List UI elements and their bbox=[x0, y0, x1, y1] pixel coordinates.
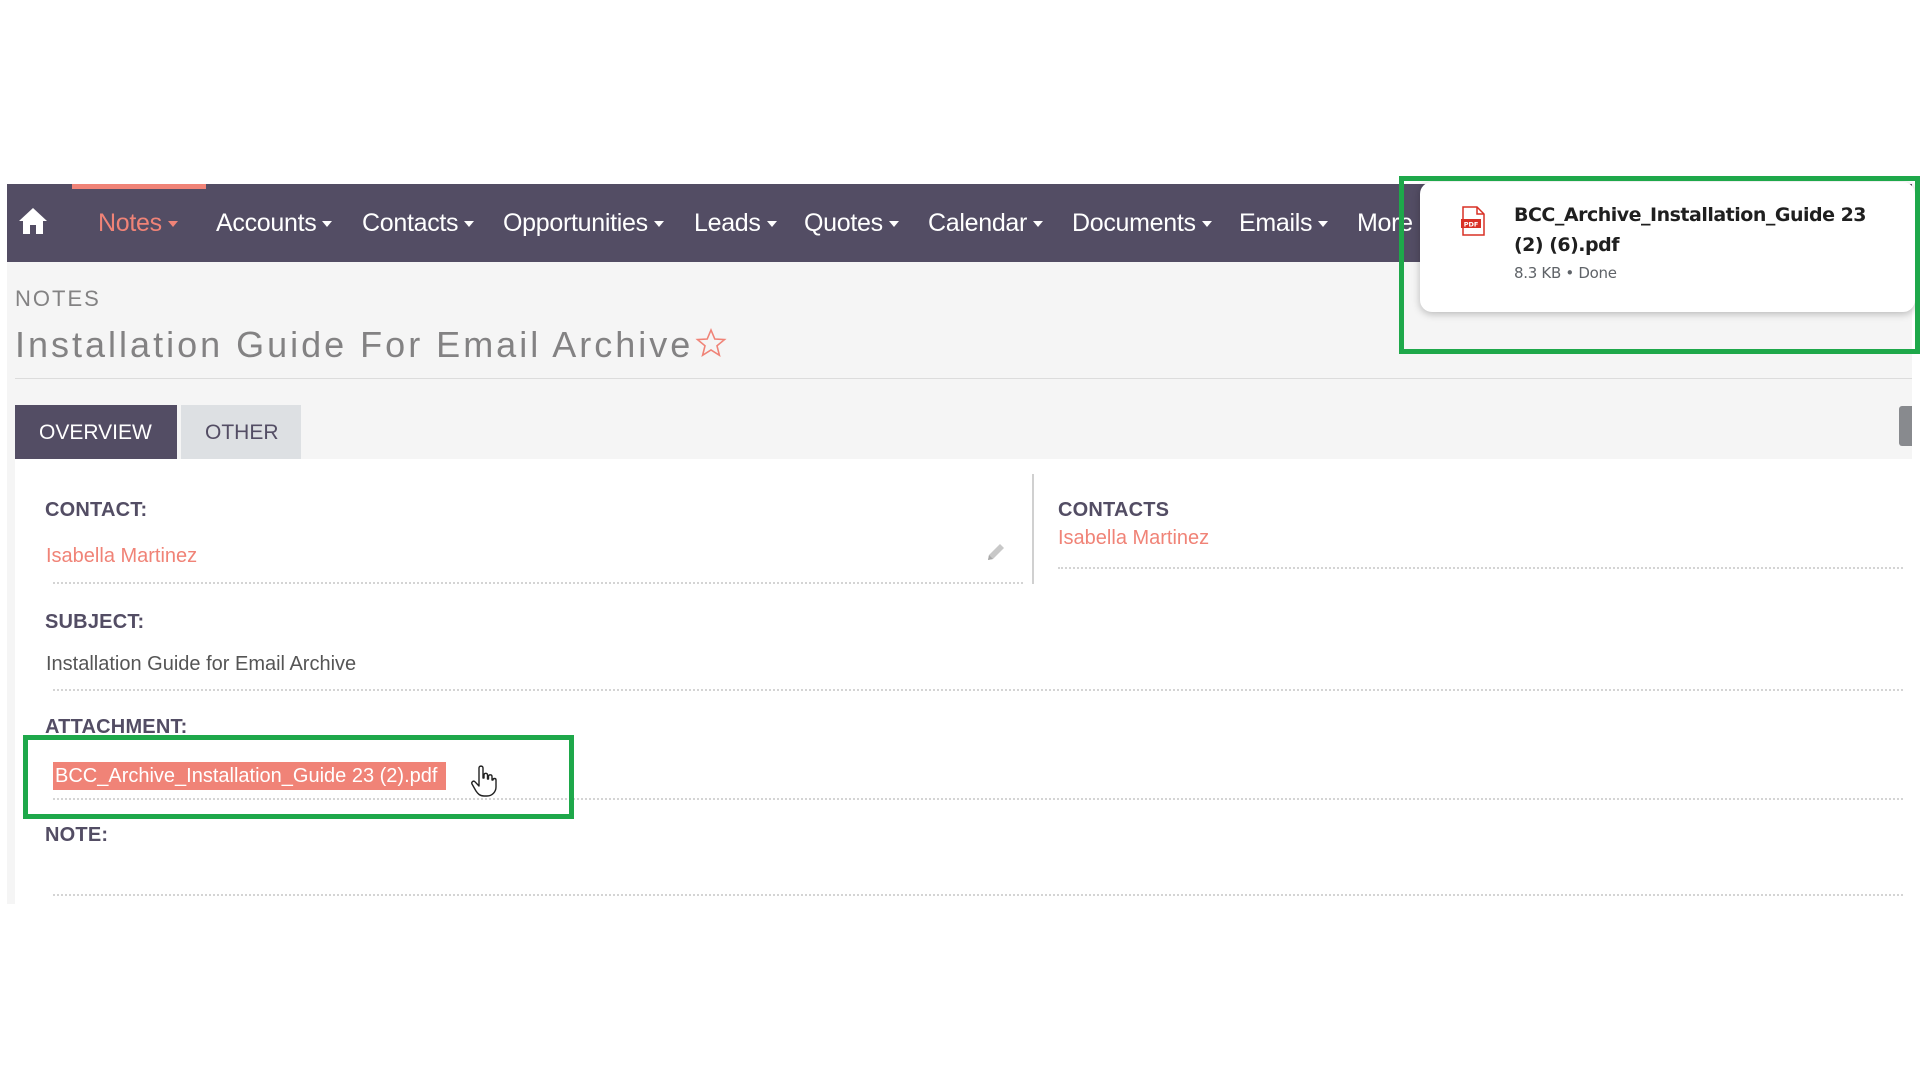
svg-text:PDF: PDF bbox=[1464, 221, 1479, 229]
note-label: NOTE: bbox=[45, 824, 109, 846]
pdf-file-icon: PDF bbox=[1460, 206, 1486, 241]
nav-leads-label: Leads bbox=[694, 209, 761, 237]
nav-more-label: More bbox=[1357, 209, 1413, 237]
nav-notes[interactable]: Notes bbox=[98, 184, 178, 262]
chevron-down-icon bbox=[167, 221, 178, 228]
nav-more[interactable]: More bbox=[1357, 184, 1413, 262]
tab-overview[interactable]: OVERVIEW bbox=[15, 405, 177, 459]
chevron-down-icon bbox=[766, 221, 777, 228]
nav-contacts[interactable]: Contacts bbox=[362, 184, 475, 262]
chevron-down-icon bbox=[322, 221, 333, 228]
home-icon[interactable] bbox=[18, 205, 48, 237]
nav-contacts-label: Contacts bbox=[362, 209, 459, 237]
note-underline bbox=[53, 894, 1903, 896]
sidebar-toggle-handle[interactable] bbox=[1899, 406, 1912, 446]
tab-other[interactable]: OTHER bbox=[181, 405, 301, 459]
chevron-down-icon bbox=[653, 221, 664, 228]
nav-quotes[interactable]: Quotes bbox=[804, 184, 899, 262]
nav-quotes-label: Quotes bbox=[804, 209, 883, 237]
attachment-underline bbox=[53, 798, 1903, 800]
chevron-down-icon bbox=[1318, 221, 1329, 228]
attachment-link[interactable]: BCC_Archive_Installation_Guide 23 (2).pd… bbox=[53, 762, 447, 790]
subject-label: SUBJECT: bbox=[45, 611, 145, 633]
module-label: NOTES bbox=[15, 286, 101, 311]
chevron-down-icon bbox=[888, 221, 899, 228]
download-status: 8.3 KB • Done bbox=[1514, 264, 1617, 282]
nav-opportunities-label: Opportunities bbox=[503, 209, 648, 237]
attachment-label: ATTACHMENT: bbox=[45, 716, 188, 738]
page-title: Installation Guide For Email Archive bbox=[15, 324, 727, 368]
chevron-down-icon bbox=[1033, 221, 1044, 228]
nav-documents[interactable]: Documents bbox=[1072, 184, 1212, 262]
subject-value: Installation Guide for Email Archive bbox=[46, 653, 357, 675]
contact-link[interactable]: Isabella Martinez bbox=[46, 545, 197, 568]
contacts-underline bbox=[1058, 567, 1903, 569]
nav-emails[interactable]: Emails bbox=[1239, 184, 1329, 262]
download-filename[interactable]: BCC_Archive_Installation_Guide 23 (2) (6… bbox=[1514, 200, 1894, 260]
column-divider bbox=[1032, 474, 1034, 584]
record-title-text: Installation Guide For Email Archive bbox=[15, 324, 694, 365]
contact-label: CONTACT: bbox=[45, 499, 148, 521]
nav-accounts-label: Accounts bbox=[216, 209, 317, 237]
contacts-link[interactable]: Isabella Martinez bbox=[1058, 527, 1209, 550]
star-outline-icon[interactable] bbox=[695, 326, 727, 368]
download-notification: PDF BCC_Archive_Installation_Guide 23 (2… bbox=[1420, 182, 1915, 312]
contact-underline bbox=[53, 582, 1023, 584]
chevron-down-icon bbox=[1201, 221, 1212, 228]
nav-calendar-label: Calendar bbox=[928, 209, 1028, 237]
chevron-down-icon bbox=[464, 221, 475, 228]
nav-opportunities[interactable]: Opportunities bbox=[503, 184, 664, 262]
nav-notes-label: Notes bbox=[98, 209, 162, 237]
nav-calendar[interactable]: Calendar bbox=[928, 184, 1044, 262]
pencil-icon[interactable] bbox=[985, 541, 1007, 568]
subject-underline bbox=[53, 689, 1903, 691]
nav-emails-label: Emails bbox=[1239, 209, 1313, 237]
nav-documents-label: Documents bbox=[1072, 209, 1196, 237]
nav-accounts[interactable]: Accounts bbox=[216, 184, 333, 262]
contacts-label: CONTACTS bbox=[1058, 499, 1170, 521]
detail-panel: CONTACT: Isabella Martinez CONTACTS Isab… bbox=[15, 459, 1912, 904]
header-divider bbox=[15, 378, 1912, 379]
nav-leads[interactable]: Leads bbox=[694, 184, 777, 262]
